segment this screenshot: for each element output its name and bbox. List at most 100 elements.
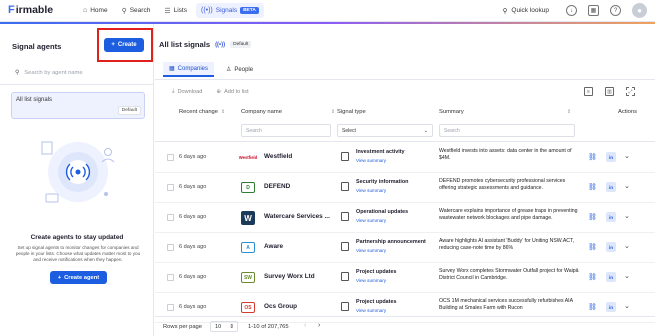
column-company-name[interactable]: Company name ⇕ xyxy=(241,109,335,115)
empty-state-title: Create agents to stay updated xyxy=(30,234,124,241)
linkedin-icon[interactable]: in xyxy=(606,182,616,192)
columns-icon[interactable]: ▥ xyxy=(605,87,614,96)
column-summary[interactable]: Summary ⇕ xyxy=(439,109,571,115)
quick-lookup-button[interactable]: ⚲ Quick lookup xyxy=(503,7,549,15)
signal-agents-panel: Signal agents + Create ⚲ Search by agent… xyxy=(0,24,154,336)
signal-type-select-value: Select xyxy=(342,127,356,134)
company-logo-icon: D xyxy=(241,182,255,193)
view-summary-link[interactable]: View summary xyxy=(356,278,386,283)
help-icon[interactable]: ? xyxy=(610,5,621,16)
firmable-logo[interactable]: Firmable xyxy=(8,4,53,16)
tab-people-label: People xyxy=(234,66,254,73)
recent-change-value: 6 days ago xyxy=(179,304,207,310)
next-page-icon[interactable]: › xyxy=(318,322,320,329)
sort-icon: ⇕ xyxy=(330,109,336,115)
chevron-down-icon[interactable]: ⌄ xyxy=(624,272,630,280)
link-icon[interactable]: ⛓ xyxy=(588,273,597,281)
list-item-all-list-signals[interactable]: All list signals Default xyxy=(11,92,145,119)
chevron-down-icon: ⌄ xyxy=(423,127,428,134)
column-actions-label: Actions xyxy=(618,109,638,115)
avatar[interactable]: ● xyxy=(632,3,647,18)
add-list-icon: ⊕ xyxy=(216,88,222,95)
download-icon[interactable]: ↓ xyxy=(566,5,577,16)
company-name-link[interactable]: Watercare Services ... xyxy=(264,213,330,220)
nav-lists[interactable]: ☰ Lists xyxy=(159,3,192,18)
nav-search[interactable]: ⚲ Search xyxy=(117,3,156,18)
recent-change-value: 6 days ago xyxy=(179,244,207,250)
rows-per-page-select[interactable]: 10 ⇕ xyxy=(210,321,238,332)
nav-search-label: Search xyxy=(129,7,151,14)
row-checkbox[interactable] xyxy=(167,304,174,311)
default-badge: Default xyxy=(230,41,252,48)
view-summary-link[interactable]: View summary xyxy=(356,188,386,193)
row-checkbox[interactable] xyxy=(167,244,174,251)
chevron-down-icon[interactable]: ⌄ xyxy=(624,212,630,220)
column-company-name-label: Company name xyxy=(241,109,282,115)
signal-type-select[interactable]: Select ⌄ xyxy=(337,124,433,137)
header-divider xyxy=(155,141,655,142)
company-name-link[interactable]: Ocs Group xyxy=(264,303,297,310)
column-summary-label: Summary xyxy=(439,109,464,115)
linkedin-icon[interactable]: in xyxy=(606,272,616,282)
add-to-list-button[interactable]: ⊕ Add to list xyxy=(216,88,248,95)
view-summary-link[interactable]: View summary xyxy=(356,158,386,163)
link-icon[interactable]: ⛓ xyxy=(588,213,597,221)
chevron-down-icon[interactable]: ⌄ xyxy=(624,242,630,250)
linkedin-icon[interactable]: in xyxy=(606,212,616,222)
nav-home[interactable]: ⌂ Home xyxy=(78,3,113,18)
linkedin-icon[interactable]: in xyxy=(606,152,616,162)
tab-companies[interactable]: ▦ Companies xyxy=(163,62,215,77)
signal-type-icon xyxy=(341,182,349,191)
company-logo-icon: SW xyxy=(241,272,255,283)
row-checkbox[interactable] xyxy=(167,274,174,281)
download-button[interactable]: ⤓ Download xyxy=(172,88,202,95)
table-row[interactable]: 6 days ago SW Survey Worx Ltd Project updat… xyxy=(155,263,655,293)
search-icon: ⚲ xyxy=(121,7,127,15)
company-search-placeholder: Search xyxy=(246,127,262,134)
company-name-link[interactable]: DEFEND xyxy=(264,183,290,190)
signal-type-icon xyxy=(341,242,349,251)
recent-change-value: 6 days ago xyxy=(179,274,207,280)
row-checkbox[interactable] xyxy=(167,184,174,191)
table-header: Recent change ⇕ Company name ⇕ Signal ty… xyxy=(155,106,655,120)
table-row[interactable]: 6 days ago W Watercare Services ... Operati… xyxy=(155,203,655,233)
beta-badge: BETA xyxy=(240,7,259,14)
nav-signals[interactable]: ((•)) Signals BETA xyxy=(195,3,264,18)
chevron-down-icon[interactable]: ⌄ xyxy=(624,182,630,190)
view-summary-link[interactable]: View summary xyxy=(356,218,386,223)
filter-settings-icon[interactable]: ≡ xyxy=(584,87,593,96)
link-icon[interactable]: ⛓ xyxy=(588,153,597,161)
linkedin-icon[interactable]: in xyxy=(606,242,616,252)
create-agent-button[interactable]: + Create agent xyxy=(50,271,107,284)
link-icon[interactable]: ⛓ xyxy=(588,183,597,191)
calendar-icon[interactable]: ▦ xyxy=(588,5,599,16)
table-row[interactable]: 6 days ago Westfield Westfield Investment a… xyxy=(155,143,655,173)
linkedin-icon[interactable]: in xyxy=(606,302,616,312)
company-name-link[interactable]: Aware xyxy=(264,243,283,250)
column-recent-change[interactable]: Recent change ⇕ xyxy=(179,109,225,115)
row-checkbox[interactable] xyxy=(167,214,174,221)
company-name-link[interactable]: Westfield xyxy=(264,153,292,160)
signal-icon: ((•)) xyxy=(200,7,213,14)
chevron-down-icon[interactable]: ⌄ xyxy=(624,152,630,160)
chevron-down-icon[interactable]: ⌄ xyxy=(624,302,630,310)
tab-people[interactable]: ♙ People xyxy=(220,62,259,77)
expand-icon[interactable]: ⤢ xyxy=(626,87,635,96)
table-row[interactable]: 6 days ago A Aware Partnership announcement… xyxy=(155,233,655,263)
view-summary-link[interactable]: View summary xyxy=(356,248,386,253)
row-checkbox[interactable] xyxy=(167,154,174,161)
prev-page-icon[interactable]: ‹ xyxy=(304,322,306,329)
view-summary-link[interactable]: View summary xyxy=(356,308,386,313)
link-icon[interactable]: ⛓ xyxy=(588,303,597,311)
signal-type-value: Operational updates xyxy=(356,209,409,215)
column-actions: Actions xyxy=(618,109,637,115)
company-name-link[interactable]: Survey Worx Ltd xyxy=(264,273,315,280)
summary-text: Westfield invests into assets: data cent… xyxy=(439,148,572,161)
agent-search-input[interactable]: ⚲ Search by agent name xyxy=(12,66,145,80)
table-row[interactable]: 6 days ago D DEFEND Security information Vie… xyxy=(155,173,655,203)
link-icon[interactable]: ⛓ xyxy=(588,243,597,251)
recent-change-value: 6 days ago xyxy=(179,184,207,190)
summary-search-input[interactable]: Search xyxy=(439,124,575,137)
company-search-input[interactable]: Search xyxy=(241,124,331,137)
nav-home-label: Home xyxy=(90,7,108,14)
